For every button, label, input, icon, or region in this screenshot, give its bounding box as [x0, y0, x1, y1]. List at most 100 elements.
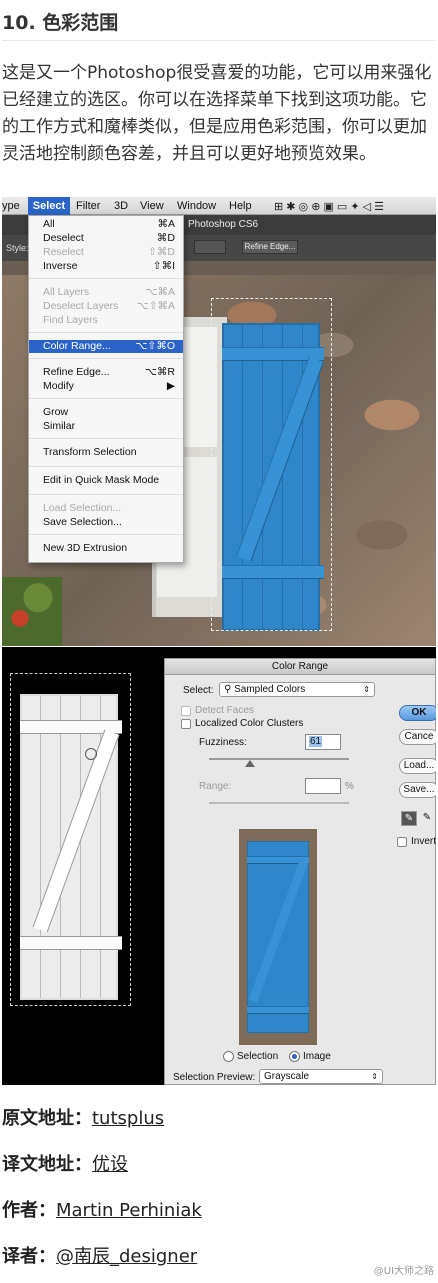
fuzziness-slider-track[interactable]: [209, 758, 349, 760]
mask-plank: [40, 696, 41, 998]
menu-select[interactable]: Select: [28, 197, 70, 215]
menu-item-label: Deselect Layers: [43, 300, 119, 312]
menu-3d[interactable]: 3D: [114, 199, 128, 213]
credit-translator: 译者：@南辰_designer: [2, 1242, 197, 1268]
menu-item-shortcut: ⌘A: [157, 218, 175, 230]
menu-item-inverse[interactable]: Inverse ⇧⌘I: [29, 260, 183, 273]
invert-checkbox[interactable]: [397, 837, 407, 847]
credit-source-link[interactable]: tutsplus: [92, 1108, 164, 1129]
preview-shutter: [247, 841, 309, 1033]
menu-item-label: Modify: [43, 380, 74, 392]
menu-item-reselect[interactable]: Reselect ⇧⌘D: [29, 246, 183, 259]
select-dropdown[interactable]: ⚲ Sampled Colors ⇕: [219, 682, 375, 697]
menu-item-label: Grow: [43, 406, 69, 418]
menu-separator: [29, 494, 183, 495]
credit-translation-label: 译文地址：: [2, 1154, 92, 1175]
menu-separator: [29, 358, 183, 359]
menu-item-save-selection[interactable]: Save Selection...: [29, 516, 183, 529]
load-button[interactable]: Load...: [399, 758, 436, 774]
refine-edge-button[interactable]: Refine Edge...: [242, 240, 298, 254]
chevron-updown-icon: ⇕: [363, 685, 370, 694]
eyedropper-cursor-icon: [85, 748, 97, 760]
menu-item-shortcut: ⌥⇧⌘A: [136, 300, 175, 312]
menu-separator: [29, 398, 183, 399]
menu-item-all-layers[interactable]: All Layers ⌥⌘A: [29, 286, 183, 299]
menu-help[interactable]: Help: [229, 199, 252, 213]
ok-button[interactable]: OK: [399, 705, 436, 721]
color-range-dialog: Color Range Select: ⚲ Sampled Colors ⇕ De…: [164, 658, 436, 1085]
selection-preview-label: Selection Preview:: [173, 1072, 256, 1083]
fuzziness-value: 61: [309, 736, 323, 747]
credit-author: 作者：Martin Perhiniak: [2, 1196, 202, 1222]
credit-translator-label: 译者：: [2, 1246, 56, 1267]
preview-crossbar: [247, 1006, 309, 1014]
mask-brace: [32, 729, 120, 933]
menu-separator: [29, 466, 183, 467]
range-label: Range:: [199, 781, 232, 792]
menu-item-shortcut: ⌘D: [156, 232, 175, 244]
fuzziness-slider-thumb[interactable]: [245, 760, 255, 767]
menu-filter[interactable]: Filter: [76, 199, 100, 213]
fuzziness-label: Fuzziness:: [199, 737, 247, 748]
image-radio[interactable]: [289, 1051, 300, 1062]
mask-crossbar: [20, 936, 122, 950]
photoshop-select-menu-screenshot: ype Select Filter 3D View Window Help ⊞ …: [2, 197, 436, 646]
selection-radio-label: Selection: [237, 1051, 279, 1062]
menu-item-label: New 3D Extrusion: [43, 542, 128, 554]
article-page: 10. 色彩范围 这是又一个Photoshop很受喜爱的功能，它可以用来强化已经…: [0, 0, 438, 1283]
menu-item-shortcut: ▶: [166, 380, 175, 392]
menu-view[interactable]: View: [140, 199, 164, 213]
menu-item-similar[interactable]: Similar: [29, 420, 183, 433]
menu-item-load-selection[interactable]: Load Selection...: [29, 502, 183, 515]
intro-paragraph: 这是又一个Photoshop很受喜爱的功能，它可以用来强化已经建立的选区。你可以…: [2, 63, 432, 164]
menu-separator: [29, 438, 183, 439]
menu-item-label: Similar: [43, 420, 76, 432]
save-button[interactable]: Save...: [399, 782, 436, 798]
menu-item-shortcut: ⌥⌘R: [144, 366, 175, 378]
section-heading: 10. 色彩范围: [2, 12, 119, 34]
localized-clusters-checkbox[interactable]: [181, 719, 191, 729]
menu-item-label: Inverse: [43, 260, 78, 272]
menu-item-color-range[interactable]: Color Range... ⌥⇧⌘O: [29, 340, 183, 353]
selection-preview-dropdown[interactable]: Grayscale ⇕: [259, 1069, 383, 1084]
menu-item-all[interactable]: All ⌘A: [29, 218, 183, 231]
status-tray-icons: ⊞ ✱ ◎ ⊕ ▣ ▭ ✦ ◁ ☰: [274, 201, 385, 213]
menu-item-new-3d-extrusion[interactable]: New 3D Extrusion: [29, 542, 183, 555]
menu-item-edit-in-quick-mask-mode[interactable]: Edit in Quick Mask Mode: [29, 474, 183, 487]
range-input[interactable]: [305, 778, 341, 794]
selection-radio[interactable]: [223, 1051, 234, 1062]
menu-type[interactable]: ype: [2, 199, 20, 213]
range-slider-track[interactable]: [209, 802, 349, 804]
menu-item-grow[interactable]: Grow: [29, 406, 183, 419]
menu-item-shortcut: ⌥⇧⌘O: [135, 340, 175, 352]
menu-item-label: Deselect: [43, 232, 84, 244]
menu-item-deselect[interactable]: Deselect ⌘D: [29, 232, 183, 245]
cancel-button[interactable]: Cance: [399, 729, 436, 745]
menu-item-deselect-layers[interactable]: Deselect Layers ⌥⇧⌘A: [29, 300, 183, 313]
menu-window[interactable]: Window: [177, 199, 216, 213]
credit-translator-link[interactable]: @南辰_designer: [56, 1246, 197, 1267]
preview-dropdown-value: Grayscale: [264, 1071, 310, 1082]
eyedropper-plus-icon[interactable]: ✎: [419, 811, 435, 826]
eyedropper-tool-icon[interactable]: ✎: [401, 811, 417, 826]
credit-translation-link[interactable]: 优设: [92, 1154, 128, 1175]
fuzziness-input[interactable]: 61: [305, 734, 341, 750]
menu-separator: [29, 534, 183, 535]
menu-item-find-layers[interactable]: Find Layers: [29, 314, 183, 327]
detect-faces-label: Detect Faces: [195, 705, 254, 716]
menu-item-label: Reselect: [43, 246, 84, 258]
menu-item-label: Refine Edge...: [43, 366, 110, 378]
detect-faces-checkbox[interactable]: [181, 706, 191, 716]
plant: [2, 577, 62, 646]
credit-source-label: 原文地址：: [2, 1108, 92, 1129]
menu-item-refine-edge[interactable]: Refine Edge... ⌥⌘R: [29, 366, 183, 379]
style-field[interactable]: [194, 240, 226, 254]
menu-item-transform-selection[interactable]: Transform Selection: [29, 446, 183, 459]
menu-item-label: Find Layers: [43, 314, 98, 326]
menu-item-label: All: [43, 218, 55, 230]
credit-author-link[interactable]: Martin Perhiniak: [56, 1200, 202, 1221]
menu-item-label: All Layers: [43, 286, 90, 298]
menu-item-label: Load Selection...: [43, 502, 122, 514]
localized-clusters-label: Localized Color Clusters: [195, 718, 304, 729]
menu-item-modify[interactable]: Modify ▶: [29, 380, 183, 393]
